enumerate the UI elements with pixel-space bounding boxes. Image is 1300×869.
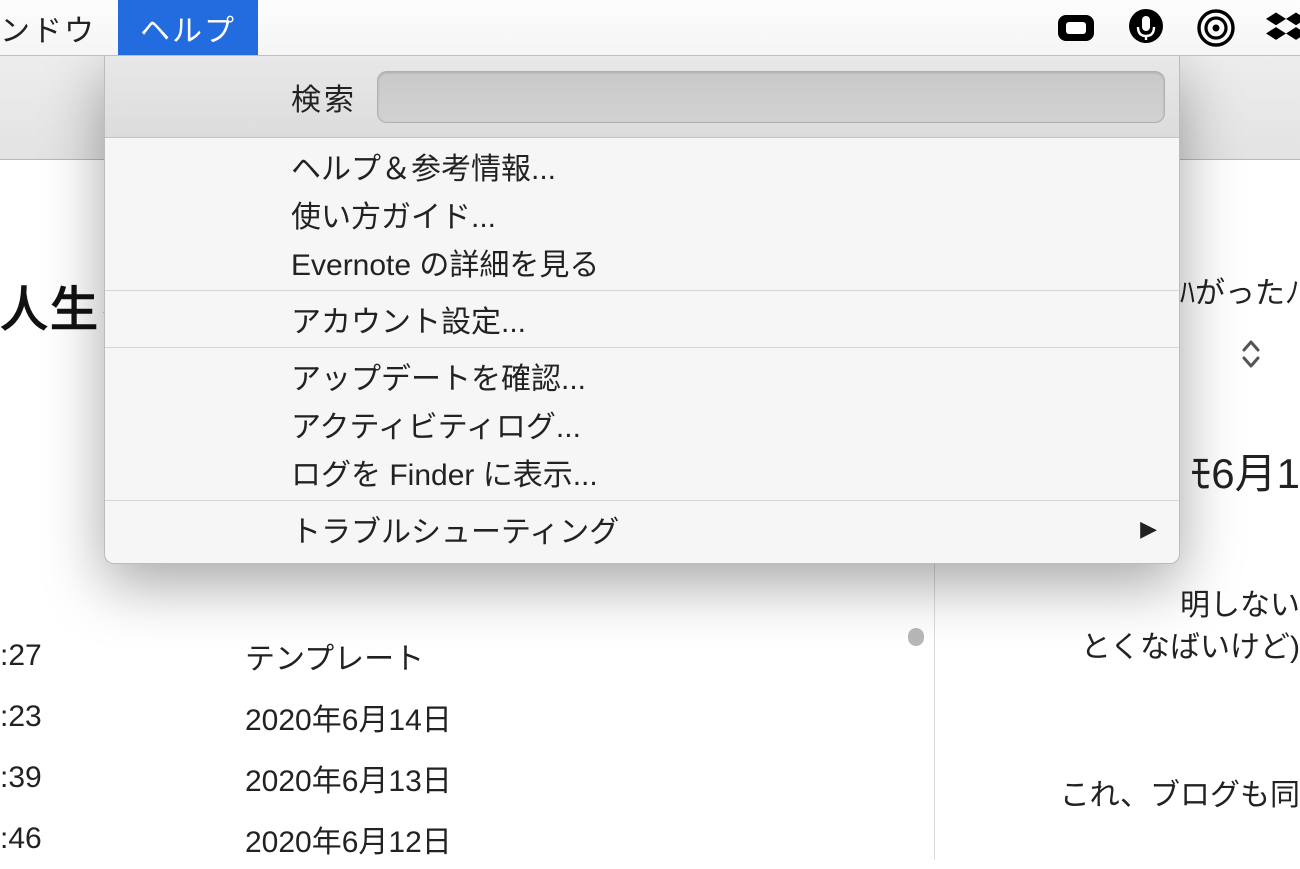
menu-group: アップデートを確認... アクティビティログ... ログを Finder に表示… [105,348,1179,501]
list-item[interactable]: :27 テンプレート [0,625,934,686]
menu-item-evernote-details[interactable]: Evernote の詳細を見る [105,238,1179,286]
help-dropdown-menu: 検索 ヘルプ＆参考情報... 使い方ガイド... Evernote の詳細を見る… [104,56,1180,564]
menu-group: アカウント設定... [105,291,1179,348]
row-label: 2020年6月12日 [85,817,452,861]
row-label: 2020年6月14日 [85,695,452,739]
mic-icon[interactable] [1126,8,1166,48]
list-item[interactable]: :39 2020年6月13日 [0,747,934,808]
menubar-status-area [1056,0,1300,56]
help-search-row: 検索 [105,56,1179,138]
submenu-arrow-icon: ▶ [1140,516,1157,542]
note-list: :27 テンプレート :23 2020年6月14日 :39 2020年6月13日… [0,625,934,869]
row-time: :46 [0,822,85,856]
menu-group: トラブルシューティング ▶ [105,501,1179,557]
video-icon[interactable] [1056,8,1096,48]
menu-item-activity-log[interactable]: アクティビティログ... [105,400,1179,448]
menubar-item-help[interactable]: ヘルプ [118,0,258,55]
detail-body-line: とくなばいけど) [1081,622,1300,666]
row-time: :27 [0,639,85,673]
menubar-item-window[interactable]: ンドウ [0,0,118,55]
menu-group: ヘルプ＆参考情報... 使い方ガイド... Evernote の詳細を見る [105,138,1179,291]
menu-item-account-settings[interactable]: アカウント設定... [105,295,1179,343]
menu-item-show-log-finder[interactable]: ログを Finder に表示... [105,448,1179,496]
menubar: ンドウ ヘルプ [0,0,1300,56]
detail-body-line: 明しない [1180,580,1300,624]
row-label: 2020年6月13日 [85,756,452,800]
target-icon[interactable] [1196,8,1236,48]
help-search-input[interactable] [377,71,1165,123]
sort-chevrons-icon[interactable] [1240,338,1262,377]
menu-item-help-reference[interactable]: ヘルプ＆参考情報... [105,142,1179,190]
menu-item-usage-guide[interactable]: 使い方ガイド... [105,190,1179,238]
row-time: :23 [0,700,85,734]
row-label: テンプレート [85,634,424,678]
scrollbar-thumb[interactable] [908,628,924,646]
detail-date-fragment: ﾓ6月1 [1190,440,1300,501]
menu-item-check-updates[interactable]: アップデートを確認... [105,352,1179,400]
detail-body-line: これ、ブログも同 [1060,770,1300,814]
help-search-label: 検索 [291,75,357,119]
detail-header-fragment: ﾊがったﾉ [1180,268,1300,312]
row-time: :39 [0,761,85,795]
list-item[interactable]: :23 2020年6月14日 [0,686,934,747]
dropbox-icon[interactable] [1266,8,1300,48]
menu-item-troubleshooting[interactable]: トラブルシューティング ▶ [105,505,1179,553]
menu-item-label: トラブルシューティング [291,507,619,551]
